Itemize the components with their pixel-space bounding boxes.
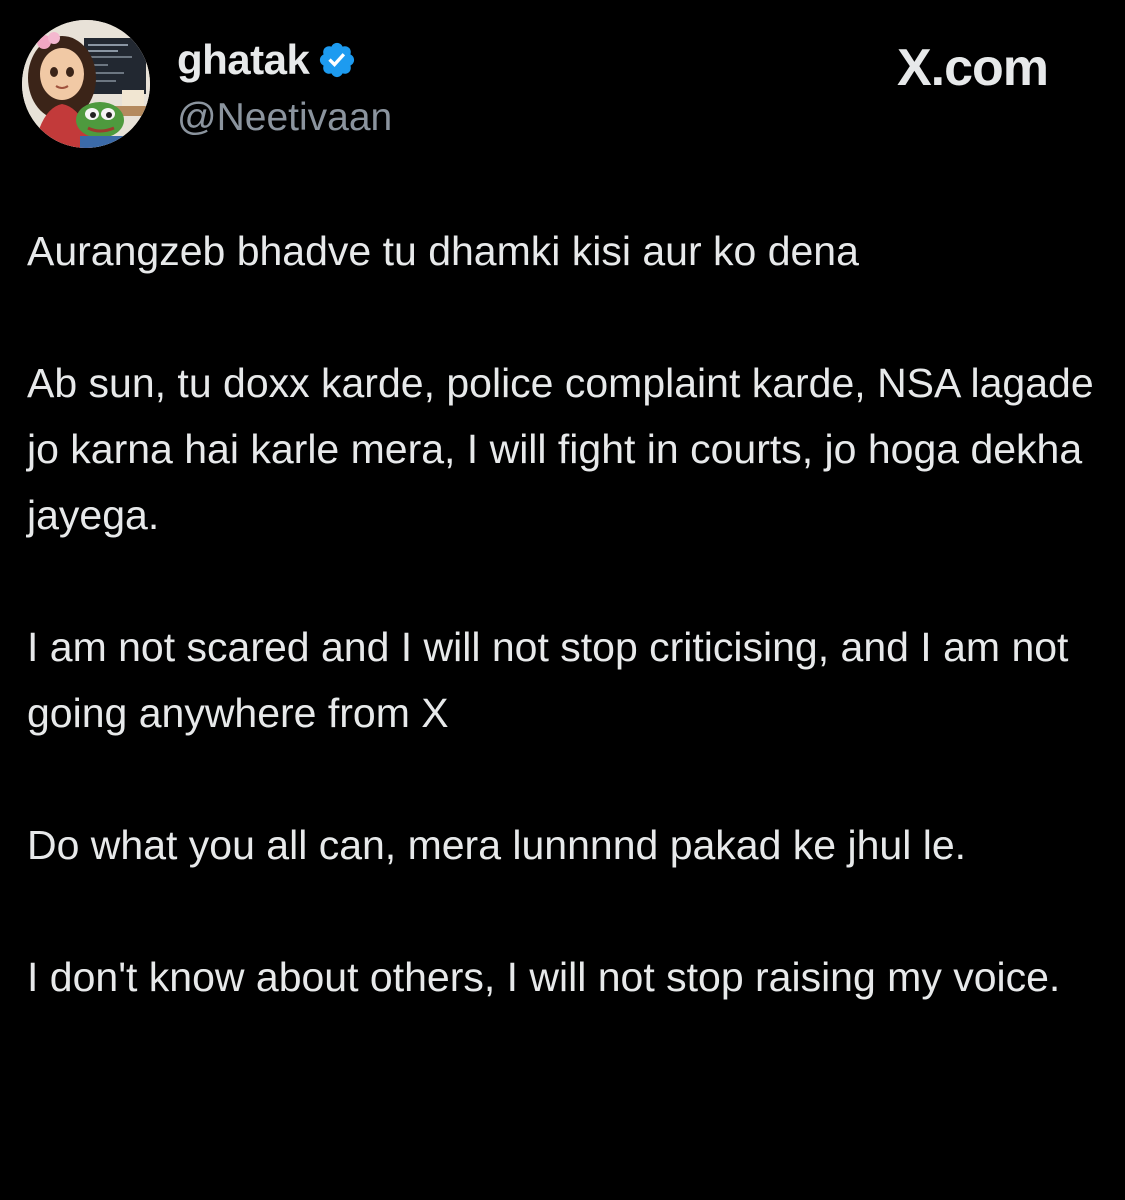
profile-avatar-illustration-icon (22, 20, 150, 148)
author-handle[interactable]: @Neetivaan (177, 96, 392, 140)
x-com-brand-label: X.com (896, 39, 1049, 97)
tweet-card: ghatak @Neetivaan X.com Aurangzeb bhadve… (0, 0, 1125, 1200)
tweet-paragraph: Do what you all can, mera lunnnnd pakad … (27, 822, 967, 868)
name-row: ghatak (177, 34, 392, 86)
verified-badge-icon[interactable] (317, 40, 357, 80)
avatar[interactable] (22, 20, 150, 148)
author-display-name[interactable]: ghatak (177, 36, 310, 84)
tweet-paragraph: I am not scared and I will not stop crit… (27, 624, 1069, 736)
tweet-paragraph: Ab sun, tu doxx karde, police complaint … (27, 360, 1094, 538)
tweet-body: Aurangzeb bhadve tu dhamki kisi aur ko d… (27, 218, 1102, 1076)
author-identity: ghatak @Neetivaan (177, 34, 392, 140)
tweet-header: ghatak @Neetivaan X.com (22, 20, 1102, 148)
tweet-paragraph: I don't know about others, I will not st… (27, 954, 1061, 1000)
tweet-paragraph: Aurangzeb bhadve tu dhamki kisi aur ko d… (27, 228, 859, 274)
